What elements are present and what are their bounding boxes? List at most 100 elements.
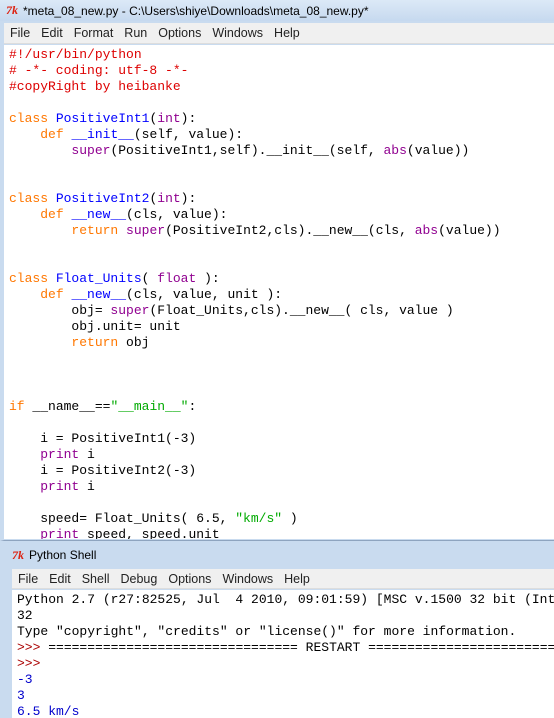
shell-line: 6.5 km/s <box>12 704 554 718</box>
editor-line: #!/usr/bin/python <box>4 47 554 63</box>
token: (PositiveInt2,cls).__new__(cls, <box>165 223 415 238</box>
token: super <box>71 143 111 158</box>
editor-line: return obj <box>4 335 554 351</box>
shell-menu-shell[interactable]: Shell <box>76 572 115 586</box>
tk-icon: 7k <box>12 547 24 562</box>
shell-line: 32 <box>12 608 554 624</box>
token: #!/usr/bin/python <box>9 47 142 62</box>
shell-line: Python 2.7 (r27:82525, Jul 4 2010, 09:01… <box>12 592 554 608</box>
shell-menu-debug[interactable]: Debug <box>115 572 163 586</box>
editor-menu-options[interactable]: Options <box>152 26 206 40</box>
editor-line: class Float_Units( float ): <box>4 271 554 287</box>
token: (cls, value, unit ): <box>126 287 283 302</box>
token: __new__ <box>71 207 127 222</box>
token: def <box>40 127 64 142</box>
shell-output[interactable]: Python 2.7 (r27:82525, Jul 4 2010, 09:01… <box>12 590 554 718</box>
token: (Float_Units,cls).__new__( cls, value ) <box>149 303 454 318</box>
token: def <box>40 207 64 222</box>
token: ================================ RESTART… <box>48 640 554 655</box>
token: 6.5 km/s <box>17 704 80 718</box>
token: obj= <box>9 303 111 318</box>
editor-line: return super(PositiveInt2,cls).__new__(c… <box>4 223 554 239</box>
shell-menu-edit[interactable]: Edit <box>43 572 76 586</box>
token: print <box>40 447 80 462</box>
token: print <box>40 479 80 494</box>
shell-menu-options[interactable]: Options <box>162 572 216 586</box>
token: obj <box>118 335 150 350</box>
editor-line: class PositiveInt2(int): <box>4 191 554 207</box>
token: abs <box>414 223 439 238</box>
token: "km/s" <box>235 511 283 526</box>
token: float <box>157 271 197 286</box>
token: Float_Units <box>55 271 142 286</box>
token: (value)) <box>438 223 501 238</box>
shell-menu-file[interactable]: File <box>12 572 43 586</box>
token: Type "copyright", "credits" or "license(… <box>17 624 517 639</box>
token: class <box>9 191 49 206</box>
token: i = PositiveInt2(-3) <box>9 463 197 478</box>
token: #copyRight by heibanke <box>9 79 181 94</box>
editor-titlebar[interactable]: 7k *meta_08_new.py - C:\Users\shiye\Down… <box>0 0 554 21</box>
editor-menu-help[interactable]: Help <box>268 26 305 40</box>
shell-title: Python Shell <box>29 548 97 562</box>
editor-line: i = PositiveInt2(-3) <box>4 463 554 479</box>
token: class <box>9 111 49 126</box>
shell-line: >>> ================================ RES… <box>12 640 554 656</box>
editor-menu-file[interactable]: File <box>4 26 35 40</box>
editor-line: print i <box>4 479 554 495</box>
token: __name__== <box>24 399 111 414</box>
editor-line: obj.unit= unit <box>4 319 554 335</box>
token: : <box>188 399 197 414</box>
token: if <box>9 399 25 414</box>
token: int <box>157 191 181 206</box>
editor-line: print i <box>4 447 554 463</box>
code-editor[interactable]: #!/usr/bin/python # -*- coding: utf-8 -*-… <box>4 45 554 539</box>
token: -3 <box>17 672 33 687</box>
token: ( <box>141 271 158 286</box>
token: PositiveInt1 <box>55 111 150 126</box>
editor-menu-run[interactable]: Run <box>118 26 152 40</box>
shell-titlebar[interactable]: 7k Python Shell <box>6 544 554 566</box>
shell-menu-windows[interactable]: Windows <box>216 572 278 586</box>
shell-line: >>> <box>12 656 554 672</box>
token: (PositiveInt1,self).__init__(self, <box>110 143 384 158</box>
token: speed= Float_Units( 6.5, <box>9 511 236 526</box>
editor-menu-format[interactable]: Format <box>68 26 119 40</box>
token: return <box>71 223 119 238</box>
shell-line: Type "copyright", "credits" or "license(… <box>12 624 554 640</box>
editor-line: #copyRight by heibanke <box>4 79 554 95</box>
editor-menu-windows[interactable]: Windows <box>206 26 268 40</box>
editor-line: speed= Float_Units( 6.5, "km/s" ) <box>4 511 554 527</box>
token: obj.unit= unit <box>9 319 181 334</box>
editor-menubar: File Edit Format Run Options Windows Help <box>4 23 554 44</box>
token: abs <box>383 143 407 158</box>
token: i <box>79 479 95 494</box>
editor-line: if __name__=="__main__": <box>4 399 554 415</box>
token: ): <box>196 271 220 286</box>
token: __new__ <box>71 287 127 302</box>
shell-line: -3 <box>12 672 554 688</box>
shell-line: 3 <box>12 688 554 704</box>
python-shell-window: 7k Python Shell File Edit Shell Debug Option… <box>0 540 554 718</box>
shell-menu-help[interactable]: Help <box>278 572 315 586</box>
editor-line: super(PositiveInt1,self).__init__(self, … <box>4 143 554 159</box>
token: i = PositiveInt1(-3) <box>9 431 197 446</box>
token: class <box>9 271 49 286</box>
token: 32 <box>17 608 33 623</box>
token: return <box>71 335 119 350</box>
editor-menu-edit[interactable]: Edit <box>35 26 68 40</box>
